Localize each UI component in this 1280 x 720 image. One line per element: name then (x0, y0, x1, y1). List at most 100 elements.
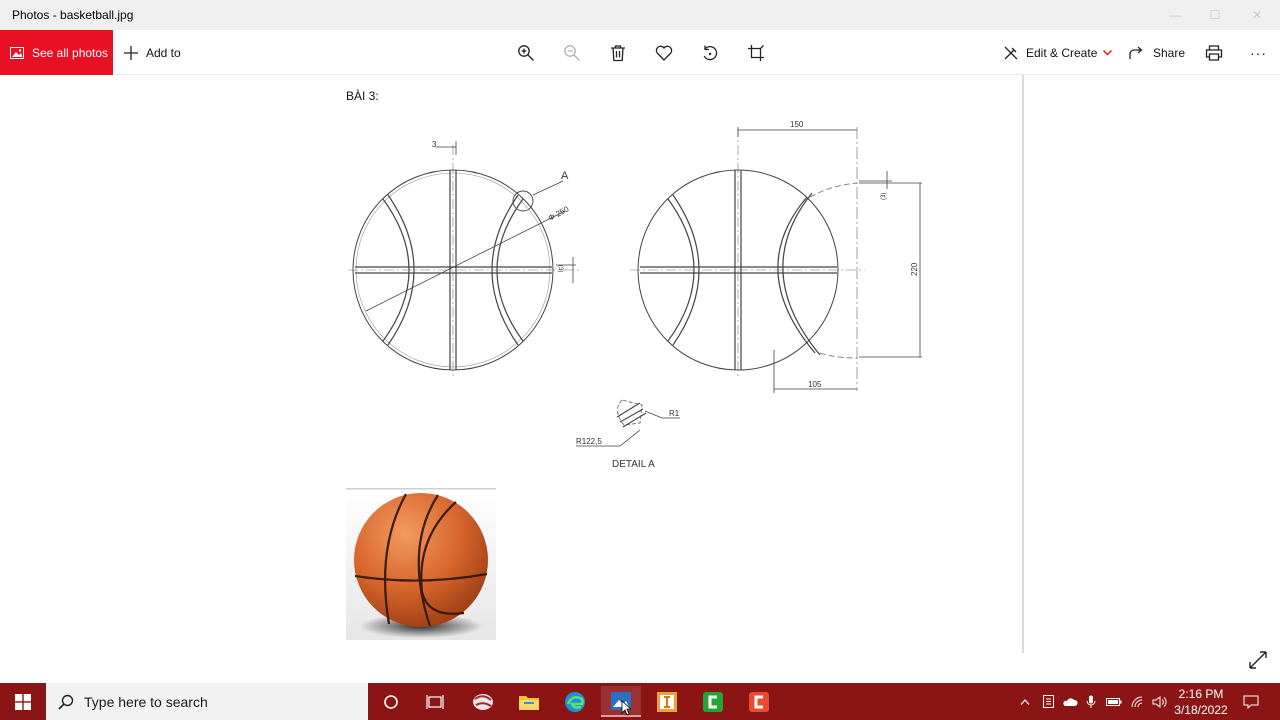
detail-a-callout: A (561, 170, 569, 182)
onedrive-button[interactable] (1060, 683, 1080, 720)
more-options-button[interactable]: ··· (1250, 30, 1267, 75)
tray-app-button[interactable] (1038, 683, 1058, 720)
delete-button[interactable] (606, 41, 630, 65)
dim-r1225-label: R122,5 (576, 437, 602, 446)
notification-icon (1243, 695, 1259, 709)
taskbar-clock[interactable]: 2:16 PM 3/18/2022 (1170, 686, 1232, 718)
zoom-in-icon (518, 45, 534, 61)
see-all-photos-button[interactable]: See all photos (0, 30, 113, 75)
printer-icon (1205, 45, 1223, 61)
chevron-up-icon (1020, 698, 1030, 705)
plus-icon (124, 45, 138, 60)
edit-create-icon (1004, 46, 1018, 59)
search-icon (58, 694, 74, 710)
clock-time: 2:16 PM (1178, 687, 1224, 701)
crop-icon (748, 45, 764, 61)
maximize-button[interactable]: ☐ (1192, 0, 1238, 30)
document-tray-icon (1042, 695, 1054, 708)
maximize-icon: ☐ (1209, 8, 1221, 22)
title-bar: Photos - basketball.jpg — ☐ ✕ (0, 0, 1280, 30)
windows-logo-icon (15, 693, 31, 710)
taskbar-app-solidworks[interactable] (463, 686, 503, 717)
clock-date: 3/18/2022 (1174, 703, 1228, 717)
dim-side-label: (3) (557, 265, 563, 272)
solidworks-icon (473, 693, 493, 710)
dim-3-label: 3 (432, 140, 437, 149)
favorite-button[interactable] (652, 41, 676, 65)
camtasia-green-icon (703, 691, 723, 712)
share-label: Share (1153, 45, 1186, 60)
mouse-cursor-icon (621, 700, 631, 716)
edit-create-label: Edit & Create (1026, 45, 1098, 60)
dim-105-label: 105 (808, 380, 822, 389)
folder-icon (519, 695, 539, 710)
exercise-heading: BÀI 3: (346, 89, 379, 103)
crop-button[interactable] (744, 41, 768, 65)
cloud-icon (1063, 697, 1078, 706)
print-button[interactable] (1202, 41, 1226, 65)
share-icon (1129, 46, 1143, 59)
dim-220-label: 220 (910, 262, 919, 276)
inventor-icon (657, 691, 677, 712)
technical-drawing: 3 A Φ 250 (3) 150 (3) 220 105 R1 R122,5 … (348, 120, 922, 470)
zoom-in-button[interactable] (514, 41, 538, 65)
expand-icon (1249, 651, 1267, 669)
more-icon: ··· (1250, 44, 1267, 61)
microphone-button[interactable] (1082, 683, 1100, 720)
task-view-button[interactable] (415, 686, 455, 717)
taskbar-app-file-explorer[interactable] (509, 686, 549, 717)
detail-a-circle (512, 190, 534, 212)
diameter-label: Φ 250 (547, 204, 571, 223)
taskbar-app-inventor[interactable] (647, 686, 687, 717)
taskbar-app-photos[interactable] (601, 686, 641, 717)
minimize-icon: — (1169, 8, 1181, 22)
edge-icon (565, 691, 585, 712)
camtasia-red-icon (749, 691, 769, 712)
dim-side-label-b: (3) (881, 193, 887, 200)
add-to-label: Add to (146, 45, 181, 60)
battery-button[interactable] (1104, 683, 1124, 720)
search-placeholder: Type here to search (84, 693, 208, 710)
taskbar-app-camtasia-green[interactable] (693, 686, 733, 717)
see-all-photos-label: See all photos (32, 45, 109, 60)
notifications-button[interactable] (1240, 683, 1262, 720)
zoom-out-icon (564, 45, 580, 61)
cortana-button[interactable] (371, 686, 411, 717)
basketball-photo (346, 488, 496, 640)
tray-overflow-button[interactable] (1016, 683, 1034, 720)
heart-icon (655, 45, 673, 61)
taskbar-search-box[interactable]: Type here to search (46, 683, 368, 720)
window-title: Photos - basketball.jpg (12, 8, 134, 22)
add-to-button[interactable]: Add to (122, 30, 181, 75)
taskbar-app-camtasia-red[interactable] (739, 686, 779, 717)
close-button[interactable]: ✕ (1234, 0, 1280, 30)
task-view-icon (426, 694, 444, 709)
cortana-icon (384, 694, 398, 709)
trash-icon (611, 45, 625, 62)
wifi-icon (1131, 696, 1143, 707)
taskbar-app-edge[interactable] (555, 686, 595, 717)
photos-icon (10, 46, 24, 59)
image-viewer: BÀI 3: 3 A Φ 250 (3) 150 (3) 220 105 R1 … (0, 75, 1280, 683)
dim-150-label: 150 (790, 120, 804, 129)
rotate-button[interactable] (698, 41, 722, 65)
volume-button[interactable] (1150, 683, 1170, 720)
rotate-icon (703, 45, 718, 61)
speaker-icon (1152, 695, 1167, 708)
windows-taskbar: Type here to search 2:16 PM 3/18/2022 (0, 683, 1280, 720)
dim-r1-label: R1 (669, 409, 680, 418)
close-icon: ✕ (1251, 8, 1263, 22)
share-button[interactable]: Share (1129, 30, 1185, 75)
photos-app-window: Photos - basketball.jpg — ☐ ✕ See all ph… (0, 0, 1280, 720)
start-button[interactable] (0, 683, 46, 720)
image-edge-divider (1022, 75, 1024, 653)
fullscreen-button[interactable] (1248, 650, 1270, 672)
edit-create-button[interactable]: Edit & Create (1003, 30, 1113, 75)
detail-a-caption: DETAIL A (612, 459, 655, 470)
photo-toolbar: See all photos Add to Edit & Create Shar… (0, 30, 1280, 75)
microphone-icon (1086, 695, 1096, 708)
battery-icon (1106, 697, 1122, 706)
network-button[interactable] (1128, 683, 1148, 720)
chevron-down-icon (1103, 49, 1113, 55)
zoom-out-button[interactable] (560, 41, 584, 65)
